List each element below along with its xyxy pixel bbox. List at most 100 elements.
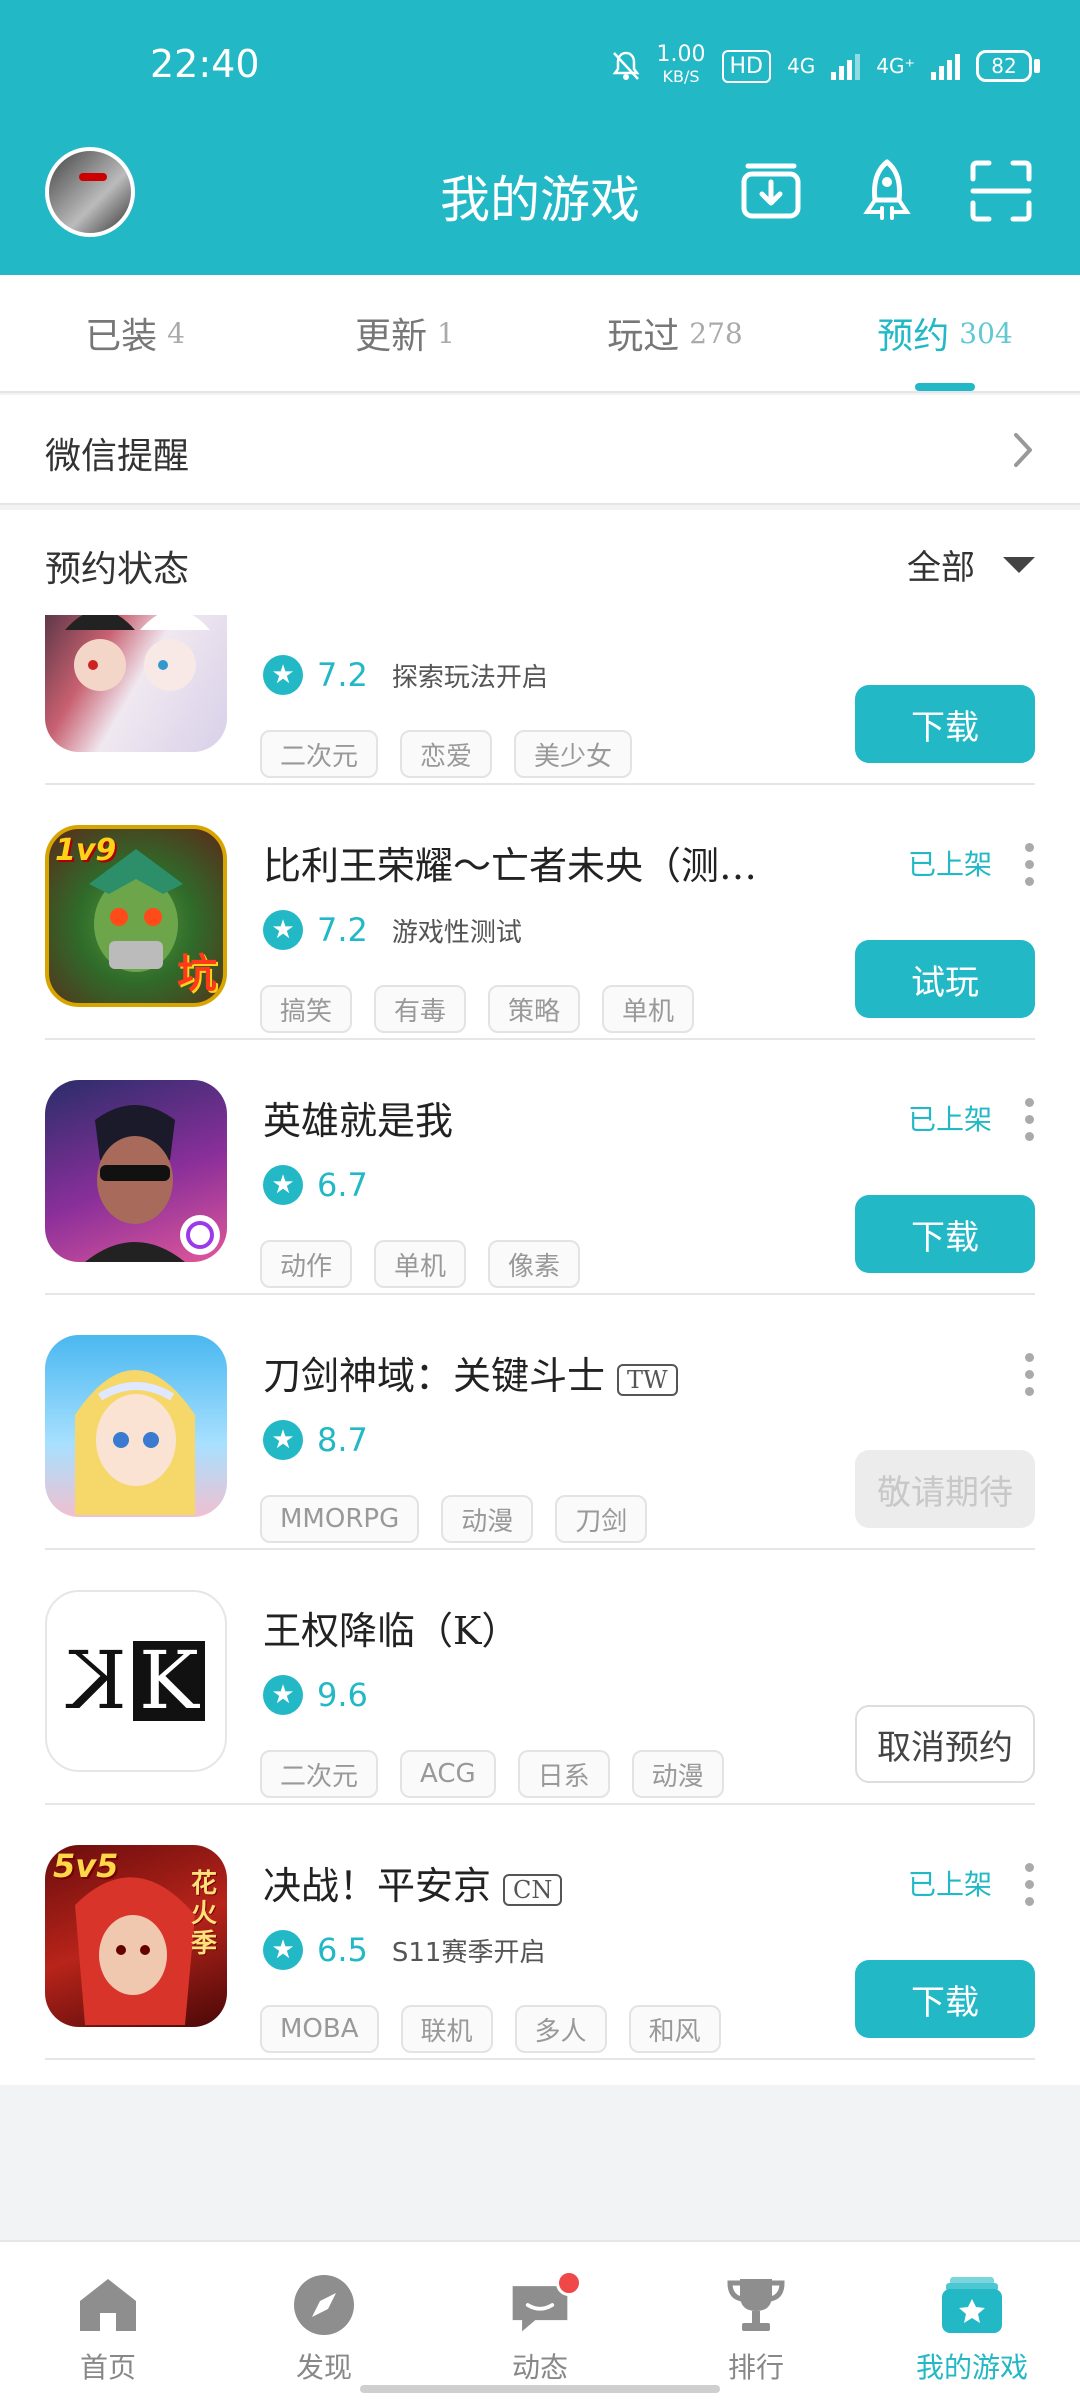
reservation-status-label: 预约状态 bbox=[45, 549, 190, 590]
rocket-icon[interactable] bbox=[852, 156, 922, 226]
trial-button[interactable]: 试玩 bbox=[855, 940, 1035, 1018]
trophy-icon bbox=[723, 2272, 789, 2338]
game-icon-billy: 1v9 坑 bbox=[45, 825, 227, 1007]
listed-badge: 已上架 bbox=[907, 1103, 992, 1136]
k-logo-mirrored: K bbox=[67, 1634, 127, 1727]
nav-my-games[interactable]: 我的游戏 bbox=[864, 2242, 1080, 2400]
tab-updates[interactable]: 更新 1 bbox=[270, 275, 540, 391]
game-name: 王权降临（K） bbox=[263, 1609, 520, 1653]
more-options-icon[interactable] bbox=[1025, 843, 1035, 886]
game-list: ★ 7.2 探索玩法开启 二次元 恋爱 美少女 下载 1v9 坑 比利王荣耀～亡… bbox=[0, 615, 1080, 2085]
list-item[interactable]: ★ 7.2 探索玩法开启 二次元 恋爱 美少女 下载 bbox=[0, 615, 1080, 785]
tab-reserved[interactable]: 预约 304 bbox=[810, 275, 1080, 391]
tag[interactable]: 联机 bbox=[400, 2005, 493, 2053]
game-name: 刀剑神域：关键斗士 TW bbox=[263, 1345, 678, 1400]
icon-text: 5v5 bbox=[53, 1847, 119, 1885]
tag[interactable]: 动作 bbox=[260, 1240, 353, 1288]
download-button[interactable]: 下载 bbox=[855, 1195, 1035, 1273]
nav-ranking[interactable]: 排行 bbox=[648, 2242, 864, 2400]
coming-soon-button: 敬请期待 bbox=[855, 1450, 1035, 1528]
tag[interactable]: 美少女 bbox=[514, 730, 633, 778]
tag[interactable]: 单机 bbox=[602, 985, 695, 1033]
list-item[interactable]: 5v5 花火季 决战！平安京 CN ★ 6.5 S11赛季开启 MOBA 联机 多… bbox=[0, 1805, 1080, 2060]
listed-badge: 已上架 bbox=[907, 1868, 992, 1901]
list-item[interactable]: 英雄就是我 ★ 6.7 动作 单机 像素 已上架 下载 bbox=[0, 1040, 1080, 1295]
status-time: 22:40 bbox=[150, 42, 260, 86]
hd-badge: HD bbox=[721, 49, 771, 83]
tag[interactable]: 有毒 bbox=[374, 985, 467, 1033]
region-badge: TW bbox=[617, 1363, 678, 1396]
tag[interactable]: 和风 bbox=[628, 2005, 721, 2053]
tag[interactable]: 多人 bbox=[514, 2005, 607, 2053]
k-logo: K bbox=[133, 1641, 205, 1721]
reservation-status-row: 预约状态 全部 bbox=[0, 510, 1080, 615]
nav-feed[interactable]: 动态 bbox=[432, 2242, 648, 2400]
game-icon-hero bbox=[45, 1080, 227, 1262]
battery-icon: 82 bbox=[976, 50, 1040, 82]
game-tags: 动作 单机 像素 bbox=[260, 1240, 581, 1288]
star-icon: ★ bbox=[263, 910, 303, 950]
tag[interactable]: 刀剑 bbox=[555, 1495, 648, 1543]
net1-label: 4G bbox=[786, 54, 816, 78]
tag[interactable]: 二次元 bbox=[260, 730, 379, 778]
signal-icon bbox=[831, 52, 861, 80]
home-icon bbox=[75, 2272, 141, 2338]
more-options-icon[interactable] bbox=[1025, 1353, 1035, 1396]
tab-played[interactable]: 玩过 278 bbox=[540, 275, 810, 391]
download-button[interactable]: 下载 bbox=[855, 1960, 1035, 2038]
region-badge: CN bbox=[503, 1873, 563, 1906]
tag[interactable]: 动漫 bbox=[441, 1495, 534, 1543]
star-icon: ★ bbox=[263, 1165, 303, 1205]
status-bar: 22:40 1.00 KB/S HD 4G 4G⁺ 82 bbox=[0, 0, 1080, 130]
bottom-nav: 首页 发现 动态 排行 我的游戏 bbox=[0, 2240, 1080, 2400]
tag[interactable]: 策略 bbox=[488, 985, 581, 1033]
nav-discover[interactable]: 发现 bbox=[216, 2242, 432, 2400]
scan-icon[interactable] bbox=[966, 156, 1036, 226]
download-button[interactable]: 下载 bbox=[855, 685, 1035, 763]
tag[interactable]: ACG bbox=[400, 1750, 496, 1798]
game-tags: 二次元 ACG 日系 动漫 bbox=[260, 1750, 724, 1798]
signal-icon-2 bbox=[931, 52, 960, 80]
tag[interactable]: 搞笑 bbox=[260, 985, 353, 1033]
icon-text: 1v9 bbox=[55, 833, 117, 868]
tag[interactable]: MMORPG bbox=[260, 1495, 420, 1543]
more-options-icon[interactable] bbox=[1025, 1098, 1035, 1141]
listed-badge: 已上架 bbox=[907, 848, 992, 881]
net2-label: 4G⁺ bbox=[876, 54, 915, 78]
home-indicator[interactable] bbox=[360, 2385, 720, 2393]
bell-muted-icon bbox=[612, 51, 640, 80]
game-tags: 二次元 恋爱 美少女 bbox=[260, 730, 633, 778]
tag[interactable]: 动漫 bbox=[631, 1750, 724, 1798]
status-filter-dropdown[interactable]: 全部 bbox=[907, 540, 1035, 589]
wechat-reminder-row[interactable]: 微信提醒 bbox=[0, 395, 1080, 505]
title-bar: 我的游戏 bbox=[0, 140, 1080, 250]
list-item[interactable]: 1v9 坑 比利王荣耀～亡者未央（测… ★ 7.2 游戏性测试 搞笑 有毒 策略… bbox=[0, 785, 1080, 1040]
caret-down-icon bbox=[1003, 556, 1035, 573]
my-games-icon bbox=[939, 2272, 1005, 2338]
tag[interactable]: 像素 bbox=[488, 1240, 581, 1288]
more-options-icon[interactable] bbox=[1025, 1863, 1035, 1906]
tab-installed[interactable]: 已装 4 bbox=[0, 275, 270, 391]
tag[interactable]: 二次元 bbox=[260, 1750, 379, 1798]
nav-home[interactable]: 首页 bbox=[0, 2242, 216, 2400]
tag[interactable]: 单机 bbox=[374, 1240, 467, 1288]
list-item[interactable]: K K 王权降临（K） ★ 9.6 二次元 ACG 日系 动漫 取消预约 bbox=[0, 1550, 1080, 1805]
game-tags: MOBA 联机 多人 和风 bbox=[260, 2005, 721, 2053]
game-name: 比利王荣耀～亡者未央（测… bbox=[263, 844, 758, 888]
tag[interactable]: MOBA bbox=[260, 2005, 379, 2053]
game-tags: MMORPG 动漫 刀剑 bbox=[260, 1495, 648, 1543]
star-icon: ★ bbox=[263, 1420, 303, 1460]
cancel-reservation-button[interactable]: 取消预约 bbox=[855, 1705, 1035, 1783]
icon-text: 坑 bbox=[177, 951, 217, 997]
list-item[interactable]: 刀剑神域：关键斗士 TW ★ 8.7 MMORPG 动漫 刀剑 敬请期待 bbox=[0, 1295, 1080, 1550]
download-box-icon[interactable] bbox=[736, 156, 806, 226]
tag[interactable]: 日系 bbox=[517, 1750, 610, 1798]
tag[interactable]: 恋爱 bbox=[400, 730, 493, 778]
game-rating: ★ 9.6 bbox=[263, 1675, 368, 1715]
game-rating: ★ 7.2 探索玩法开启 bbox=[263, 655, 548, 695]
star-icon: ★ bbox=[263, 1930, 303, 1970]
status-icons: 1.00 KB/S HD 4G 4G⁺ 82 bbox=[611, 44, 1040, 88]
net-speed: 1.00 KB/S bbox=[656, 42, 706, 87]
game-tags: 搞笑 有毒 策略 单机 bbox=[260, 985, 695, 1033]
chevron-right-icon bbox=[1014, 433, 1032, 467]
